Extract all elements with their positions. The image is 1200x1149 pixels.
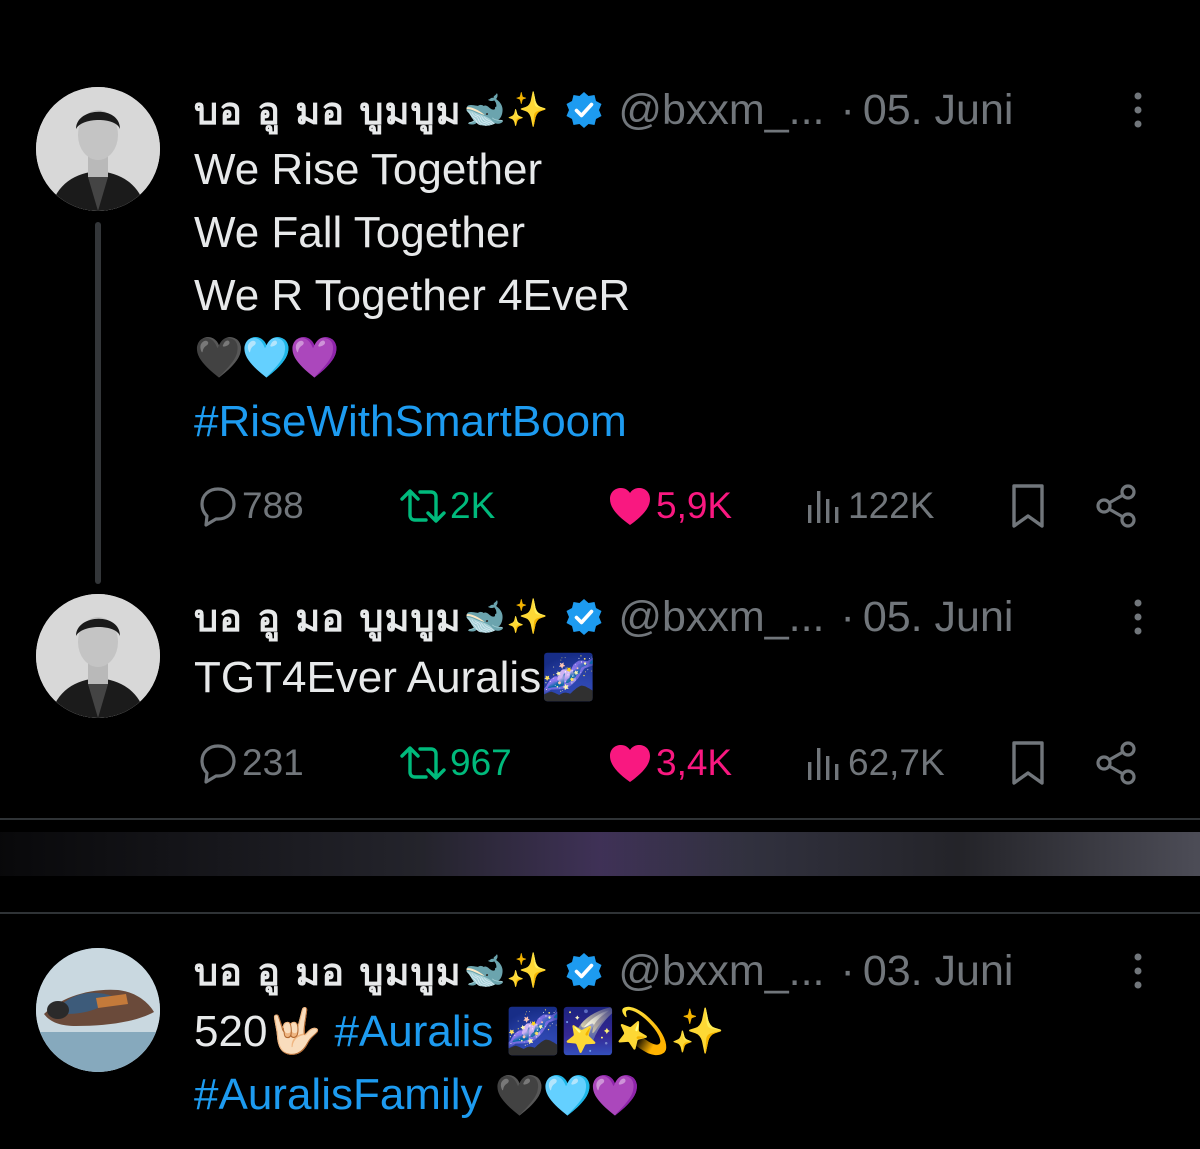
text-prefix: 520 — [194, 1007, 268, 1056]
views-button[interactable]: 122K — [804, 476, 934, 536]
reply-button[interactable]: 788 — [194, 476, 304, 536]
action-bar: 788 2K 5,9K 122K — [194, 476, 1154, 536]
handle[interactable]: @bxxm_... — [618, 947, 824, 996]
views-icon — [808, 748, 839, 780]
separator-dot: · — [840, 946, 855, 995]
galaxy-emoji: 🌌 — [541, 653, 597, 702]
like-count: 5,9K — [656, 485, 733, 526]
verified-badge-icon — [566, 599, 602, 635]
text-line: We R Together 4EveR — [194, 271, 631, 320]
hearts-emoji: 🖤🩵💜 — [194, 336, 339, 380]
avatar[interactable] — [36, 594, 160, 718]
retweet-icon — [400, 489, 446, 523]
tweet-header: บอ อู มอ บูมบูม 🐋✨ @bxxm_... · 05. Juni — [194, 587, 1154, 647]
reply-icon — [200, 487, 236, 527]
retweet-count: 967 — [450, 742, 512, 783]
reply-icon — [200, 744, 236, 784]
separator-dot: · — [840, 85, 855, 134]
views-button[interactable]: 62,7K — [804, 733, 945, 793]
blurred-overlay — [0, 832, 1200, 876]
divider — [0, 818, 1200, 820]
like-button[interactable]: 5,9K — [606, 476, 732, 536]
verified-badge-icon — [566, 953, 602, 989]
reply-count: 231 — [242, 742, 304, 783]
display-name[interactable]: บอ อู มอ บูมบูม — [194, 587, 462, 648]
retweet-count: 2K — [450, 485, 496, 526]
text-content: TGT4Ever Auralis — [194, 653, 542, 702]
tweet-date[interactable]: 05. Juni — [863, 86, 1014, 135]
bookmark-button[interactable] — [1008, 476, 1050, 536]
hashtag-link[interactable]: #AuralisFamily — [194, 1070, 483, 1119]
tweet-text: We Rise Together We Fall Together We R T… — [194, 138, 630, 453]
heart-icon — [610, 745, 650, 782]
more-vertical-icon[interactable] — [1128, 90, 1148, 130]
more-vertical-icon[interactable] — [1128, 597, 1148, 637]
tweet-text: 520🤟🏻 #Auralis 🌌🌠💫✨ #AuralisFamily 🖤🩵💜 — [194, 1000, 725, 1128]
thread-line — [95, 222, 101, 584]
heart-icon — [610, 488, 650, 525]
share-icon — [1096, 741, 1136, 785]
share-button[interactable] — [1094, 733, 1142, 793]
hashtag-link[interactable]: #Auralis — [334, 1007, 493, 1056]
action-bar: 231 967 3,4K 62,7K — [194, 733, 1154, 793]
retweet-button[interactable]: 2K — [398, 476, 495, 536]
more-vertical-icon[interactable] — [1128, 951, 1148, 991]
verified-badge-icon — [566, 92, 602, 128]
tweet-date[interactable]: 05. Juni — [863, 593, 1014, 642]
avatar[interactable] — [36, 948, 160, 1072]
handle[interactable]: @bxxm_... — [618, 593, 824, 642]
emoji-group: 🌌🌠💫✨ — [505, 1007, 725, 1056]
name-emoji: 🐋✨ — [463, 597, 549, 637]
name-emoji: 🐋✨ — [463, 951, 549, 991]
text-line: We Fall Together — [194, 208, 525, 257]
tweet-header: บอ อู มอ บูมบูม 🐋✨ @bxxm_... · 03. Juni — [194, 941, 1154, 1001]
hand-emoji: 🤟🏻 — [267, 1007, 323, 1056]
views-count: 122K — [848, 485, 935, 526]
bookmark-icon — [1012, 484, 1044, 528]
hearts-emoji: 🖤🩵💜 — [494, 1074, 640, 1118]
tweet-header: บอ อู มอ บูมบูม 🐋✨ @bxxm_... · 05. Juni — [194, 80, 1154, 140]
tweet-date[interactable]: 03. Juni — [863, 947, 1014, 996]
display-name[interactable]: บอ อู มอ บูมบูม — [194, 941, 462, 1002]
text-line: 520🤟🏻 #Auralis 🌌🌠💫✨ — [194, 1000, 725, 1063]
share-icon — [1096, 484, 1136, 528]
text-line: We Rise Together — [194, 145, 543, 194]
text-line: #AuralisFamily 🖤🩵💜 — [194, 1063, 725, 1128]
separator-dot: · — [840, 592, 855, 641]
display-name[interactable]: บอ อู มอ บูมบูม — [194, 80, 462, 141]
like-count: 3,4K — [656, 742, 733, 783]
divider — [0, 912, 1200, 914]
avatar[interactable] — [36, 87, 160, 211]
views-icon — [808, 491, 839, 523]
like-button[interactable]: 3,4K — [606, 733, 732, 793]
reply-button[interactable]: 231 — [194, 733, 304, 793]
tweet-text: TGT4Ever Auralis🌌 — [194, 646, 596, 709]
hashtag-link[interactable]: #RiseWithSmartBoom — [194, 390, 630, 453]
retweet-icon — [400, 746, 446, 780]
bookmark-icon — [1012, 741, 1044, 785]
handle[interactable]: @bxxm_... — [618, 86, 824, 135]
name-emoji: 🐋✨ — [463, 90, 549, 130]
retweet-button[interactable]: 967 — [398, 733, 512, 793]
views-count: 62,7K — [848, 742, 945, 783]
share-button[interactable] — [1094, 476, 1142, 536]
reply-count: 788 — [242, 485, 304, 526]
bookmark-button[interactable] — [1008, 733, 1050, 793]
